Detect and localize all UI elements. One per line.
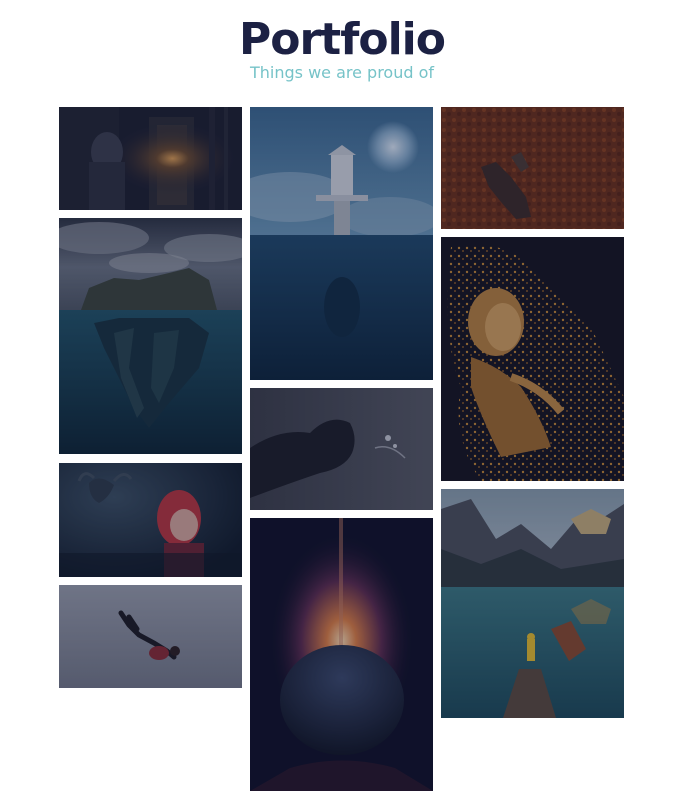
tile-overlay (441, 237, 624, 481)
haunted-door-photo[interactable] (59, 107, 242, 210)
tile-overlay (59, 107, 242, 210)
floating-island-photo[interactable] (59, 218, 242, 454)
golden-dust-woman-photo[interactable] (441, 237, 624, 481)
tile-overlay (250, 388, 433, 510)
mountain-lake-pier-photo[interactable] (441, 489, 624, 718)
tile-overlay (441, 107, 624, 229)
tile-overlay (441, 489, 624, 718)
tile-overlay (250, 518, 433, 791)
portfolio-gallery (0, 0, 684, 806)
tile-overlay (59, 585, 242, 688)
tile-overlay (59, 463, 242, 577)
horned-spirit-girl-photo[interactable] (59, 463, 242, 577)
tile-overlay (250, 107, 433, 380)
planet-sunrise-photo[interactable] (250, 518, 433, 791)
tile-overlay (59, 218, 242, 454)
leaves-figure-photo[interactable] (441, 107, 624, 229)
profile-silhouette-photo[interactable] (250, 388, 433, 510)
lighthouse-underwater-photo[interactable] (250, 107, 433, 380)
falling-man-photo[interactable] (59, 585, 242, 688)
